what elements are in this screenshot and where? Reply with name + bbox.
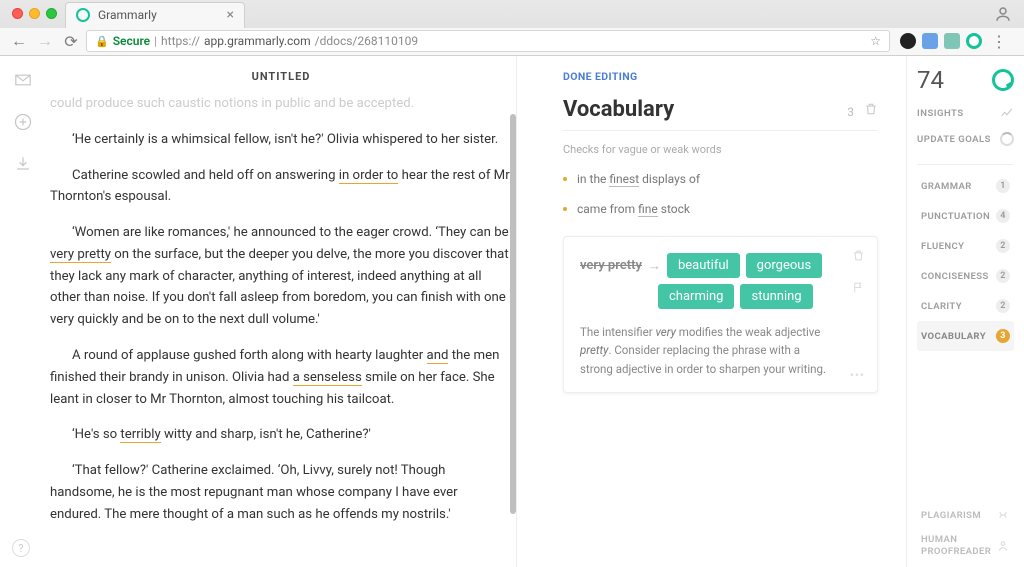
minimize-window-icon[interactable]	[29, 8, 40, 19]
grammarly-extension-icon[interactable]	[966, 33, 982, 49]
editor[interactable]: could produce such caustic notions in pu…	[46, 93, 516, 540]
category-subtitle: Checks for vague or weak words	[563, 130, 878, 156]
menu-icon[interactable]: ⋮	[988, 32, 1010, 51]
category-count: 3	[847, 105, 854, 119]
secure-label: Secure	[113, 34, 150, 48]
category-list: GRAMMAR1 PUNCTUATION4 FLUENCY2 CONCISENE…	[917, 164, 1014, 351]
insights-link[interactable]: INSIGHTS	[917, 106, 1014, 120]
extension-icon[interactable]	[922, 33, 938, 49]
card-more-icon[interactable]: •••	[850, 368, 865, 382]
highlight[interactable]: and	[427, 348, 449, 364]
left-rail	[0, 56, 46, 567]
update-goals-link[interactable]: UPDATE GOALS	[917, 132, 1014, 146]
category-fluency[interactable]: FLUENCY2	[917, 231, 1014, 261]
suggestion-card: ••• very pretty → beautiful gorgeous cha…	[563, 236, 878, 393]
address-bar[interactable]: 🔒 Secure | https://app.grammarly.com/ddo…	[86, 30, 890, 52]
proofreader-icon	[996, 539, 1010, 553]
done-editing-link[interactable]: DONE EDITING	[563, 70, 878, 83]
original-phrase: very pretty	[580, 258, 642, 273]
category-grammar[interactable]: GRAMMAR1	[917, 171, 1014, 201]
lock-icon: 🔒	[95, 35, 109, 48]
help-button[interactable]: ?	[12, 539, 30, 557]
grammarly-logo-icon[interactable]	[992, 69, 1014, 91]
back-button[interactable]: ←	[8, 31, 30, 51]
paragraph[interactable]: could produce such caustic notions in pu…	[50, 93, 510, 115]
category-title: Vocabulary	[563, 97, 674, 122]
url-prefix: https://	[161, 34, 200, 48]
paragraph[interactable]: ‘He certainly is a whimsical fellow, isn…	[50, 129, 510, 151]
window-controls	[12, 8, 57, 19]
url-host: app.grammarly.com	[204, 34, 311, 48]
issue-item[interactable]: in the finest displays of	[563, 172, 878, 186]
bullet-icon	[563, 207, 567, 211]
card-explanation: The intensifier very modifies the weak a…	[580, 323, 861, 378]
close-window-icon[interactable]	[12, 8, 23, 19]
highlight[interactable]: in order to	[339, 168, 399, 184]
plagiarism-icon	[996, 508, 1010, 522]
score: 74	[917, 66, 944, 94]
insights-icon	[1000, 106, 1014, 120]
goals-icon	[1000, 132, 1014, 146]
category-clarity[interactable]: CLARITY2	[917, 291, 1014, 321]
inbox-icon[interactable]	[13, 70, 33, 90]
highlight[interactable]: terribly	[120, 427, 160, 443]
document-title[interactable]: UNTITLED	[46, 56, 516, 93]
category-conciseness[interactable]: CONCISENESS2	[917, 261, 1014, 291]
bookmark-icon[interactable]: ☆	[870, 34, 881, 48]
extension-icons: ⋮	[894, 32, 1016, 51]
new-doc-icon[interactable]	[13, 112, 33, 132]
close-tab-icon[interactable]: ×	[227, 8, 234, 22]
insight-panel: DONE EDITING Vocabulary 3 Checks for vag…	[516, 56, 906, 567]
paragraph[interactable]: ‘That fellow?' Catherine exclaimed. ‘Oh,…	[50, 460, 510, 525]
plagiarism-link[interactable]: PLAGIARISM	[921, 508, 1010, 522]
browser-tab[interactable]: Grammarly ×	[65, 2, 245, 28]
card-trash-icon[interactable]	[852, 249, 865, 262]
maximize-window-icon[interactable]	[46, 8, 57, 19]
scrollbar[interactable]	[510, 114, 516, 514]
suggestion-chip[interactable]: charming	[658, 284, 734, 309]
paragraph[interactable]: Catherine scowled and held off on answer…	[50, 165, 510, 209]
card-flag-icon[interactable]	[852, 281, 865, 294]
suggestion-chip[interactable]: stunning	[740, 284, 812, 309]
proofreader-link[interactable]: HUMAN PROOFREADER	[921, 534, 1010, 557]
right-rail: 74 INSIGHTS UPDATE GOALS GRAMMAR1 PUNCTU…	[906, 56, 1024, 567]
editor-column: UNTITLED could produce such caustic noti…	[46, 56, 516, 567]
suggestion-chip[interactable]: beautiful	[667, 253, 740, 278]
category-punctuation[interactable]: PUNCTUATION4	[917, 201, 1014, 231]
profile-icon[interactable]	[994, 5, 1012, 23]
category-vocabulary[interactable]: VOCABULARY3	[917, 321, 1014, 351]
trash-all-icon[interactable]	[864, 102, 878, 116]
grammarly-favicon-icon	[76, 8, 90, 22]
paragraph[interactable]: ‘Women are like romances,' he announced …	[50, 222, 510, 331]
forward-button[interactable]: →	[34, 31, 56, 51]
extension-icon[interactable]	[944, 33, 960, 49]
bullet-icon	[563, 177, 567, 181]
arrow-icon: →	[648, 258, 661, 274]
paragraph[interactable]: ‘He's so terribly witty and sharp, isn't…	[50, 424, 510, 446]
issue-item[interactable]: came from fine stock	[563, 202, 878, 216]
highlight[interactable]: very pretty	[50, 247, 111, 263]
url-path: /ddocs/268110109	[315, 34, 418, 48]
tab-title: Grammarly	[98, 8, 157, 22]
paragraph[interactable]: A round of applause gushed forth along w…	[50, 345, 510, 410]
suggestion-chip[interactable]: gorgeous	[746, 253, 822, 278]
extension-icon[interactable]	[900, 33, 916, 49]
download-icon[interactable]	[13, 154, 33, 174]
reload-button[interactable]: ⟳	[60, 32, 82, 51]
highlight[interactable]: a senseless	[293, 370, 362, 386]
browser-chrome: Grammarly × ← → ⟳ 🔒 Secure | https://app…	[0, 0, 1024, 56]
